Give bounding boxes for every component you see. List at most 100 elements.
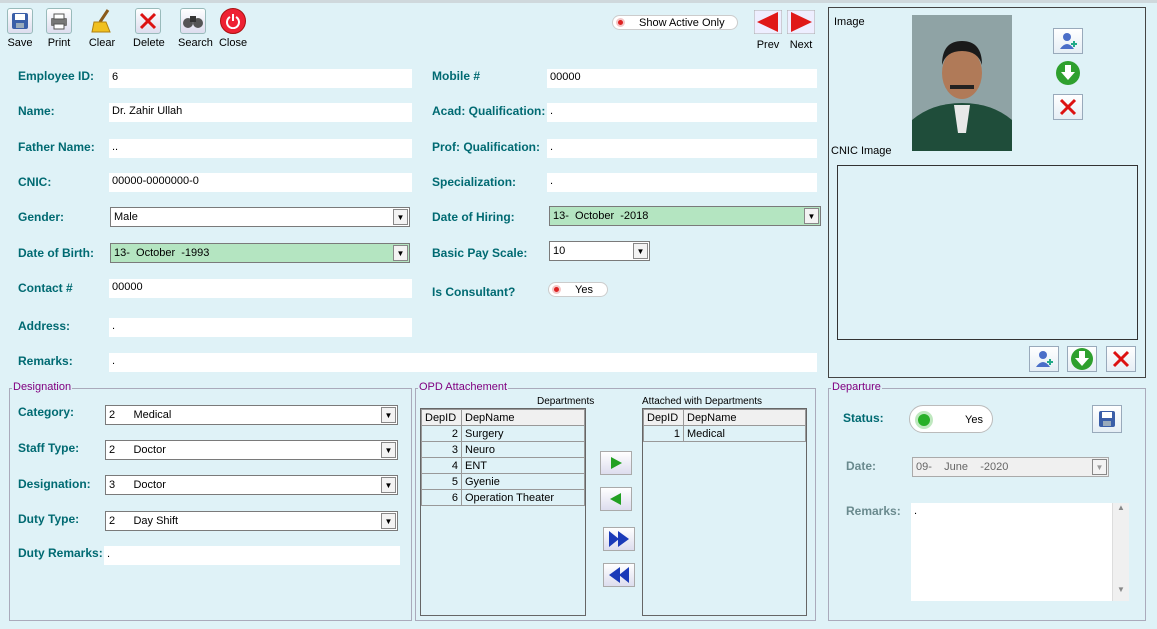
dropdown-arrow-icon[interactable]: ▼ (393, 245, 408, 261)
show-active-only-toggle[interactable]: Show Active Only (612, 15, 738, 30)
departments-grid[interactable]: DepID DepName 2 Surgery 3 Neuro 4 ENT 5 Gyen… (420, 408, 586, 616)
column-header-depname[interactable]: DepName (683, 409, 806, 426)
move-right-button[interactable] (600, 451, 632, 475)
save-label: Save (7, 37, 33, 49)
arrow-left-icon (753, 9, 783, 35)
double-arrow-right-icon (609, 531, 629, 547)
cnic-image-label: CNIC Image (831, 145, 892, 157)
next-label: Next (789, 39, 813, 51)
is-consultant-toggle[interactable]: Yes (548, 282, 608, 297)
dropdown-arrow-icon[interactable]: ▼ (381, 442, 396, 458)
departure-date-label: Date: (846, 459, 877, 473)
table-row[interactable]: 6 Operation Theater (421, 489, 585, 506)
attached-departments-grid[interactable]: DepID DepName 1 Medical (642, 408, 807, 616)
save-button[interactable]: Save (5, 8, 35, 49)
search-button[interactable]: Search (178, 8, 213, 49)
specialization-label: Specialization: (432, 175, 517, 189)
prev-button[interactable]: Prev (753, 9, 783, 52)
dropdown-arrow-icon[interactable]: ▼ (393, 209, 408, 225)
category-select[interactable]: 2 Medical ▼ (105, 405, 398, 425)
dropdown-arrow-icon[interactable]: ▼ (381, 513, 396, 529)
delete-x-icon (1112, 350, 1130, 368)
power-icon (220, 8, 246, 34)
mobile-field[interactable]: 00000 (547, 69, 817, 88)
dob-date-picker[interactable]: 13- October -1993 ▼ (110, 243, 410, 263)
designation-select[interactable]: 3 Doctor ▼ (105, 475, 398, 495)
contact-field[interactable]: 00000 (109, 279, 412, 298)
table-row[interactable]: 3 Neuro (421, 441, 585, 458)
delete-cnic-image-button[interactable] (1106, 346, 1136, 372)
table-row[interactable]: 2 Surgery (421, 425, 585, 442)
mobile-label: Mobile # (432, 69, 481, 83)
departure-remarks-textarea[interactable]: . ▲ ▼ (911, 503, 1129, 601)
scroll-up-icon[interactable]: ▲ (1113, 503, 1129, 519)
printer-icon (46, 8, 72, 34)
remarks-label: Remarks: (18, 354, 73, 368)
dep-id-cell: 3 (421, 441, 462, 458)
column-header-depname[interactable]: DepName (461, 409, 585, 426)
download-image-button[interactable] (1053, 60, 1083, 86)
move-left-button[interactable] (600, 487, 632, 511)
cnic-label: CNIC: (18, 175, 52, 189)
designation-value: 3 Doctor (109, 479, 166, 491)
prev-label: Prev (756, 39, 780, 51)
duty-remarks-field[interactable]: . (104, 546, 400, 565)
table-row[interactable]: 1 Medical (643, 425, 806, 442)
date-of-hiring-picker[interactable]: 13- October -2018 ▼ (549, 206, 821, 226)
prof-qualification-field[interactable]: . (547, 139, 817, 158)
date-of-hiring-label: Date of Hiring: (432, 210, 515, 224)
basic-pay-scale-value: 10 (553, 245, 566, 257)
address-field[interactable]: . (109, 318, 412, 337)
scroll-down-icon[interactable]: ▼ (1113, 585, 1129, 601)
contact-label: Contact # (18, 281, 73, 295)
departure-save-button[interactable] (1092, 405, 1122, 433)
arrow-left-icon (610, 493, 621, 505)
dep-name-cell: ENT (461, 457, 585, 474)
departure-status-toggle[interactable]: Yes (909, 405, 993, 433)
dropdown-arrow-icon[interactable]: ▼ (633, 243, 648, 259)
dropdown-arrow-icon[interactable]: ▼ (804, 208, 819, 224)
table-row[interactable]: 4 ENT (421, 457, 585, 474)
clear-button[interactable]: Clear (87, 8, 117, 49)
staff-type-label: Staff Type: (18, 441, 80, 455)
duty-type-select[interactable]: 2 Day Shift ▼ (105, 511, 398, 531)
add-image-button[interactable] (1053, 28, 1083, 54)
table-row[interactable]: 5 Gyenie (421, 473, 585, 490)
specialization-field[interactable]: . (547, 173, 817, 192)
cnic-field[interactable]: 00000-0000000-0 (109, 173, 412, 192)
dep-id-cell: 6 (421, 489, 462, 506)
departure-date-value: 09- June -2020 (916, 461, 1009, 473)
acad-qualification-label: Acad: Qualification: (432, 104, 546, 118)
dropdown-arrow-icon[interactable]: ▼ (381, 407, 396, 423)
remarks-scrollbar[interactable]: ▲ ▼ (1112, 503, 1129, 601)
show-active-only-label: Show Active Only (639, 17, 725, 29)
move-all-right-button[interactable] (603, 527, 635, 551)
employee-id-field[interactable]: 6 (109, 69, 412, 88)
add-cnic-image-button[interactable] (1029, 346, 1059, 372)
remarks-field[interactable]: . (109, 353, 817, 372)
move-all-left-button[interactable] (603, 563, 635, 587)
column-header-depid[interactable]: DepID (421, 409, 462, 426)
next-button[interactable]: Next (786, 9, 816, 52)
close-button[interactable]: Close (218, 8, 248, 49)
print-button[interactable]: Print (44, 8, 74, 49)
dropdown-arrow-icon[interactable]: ▼ (1092, 459, 1107, 475)
staff-type-select[interactable]: 2 Doctor ▼ (105, 440, 398, 460)
download-arrow-icon (1056, 61, 1080, 85)
column-header-depid[interactable]: DepID (643, 409, 684, 426)
duty-type-label: Duty Type: (18, 512, 80, 526)
father-name-field[interactable]: .. (109, 139, 412, 158)
name-field[interactable]: Dr. Zahir Ullah (109, 103, 412, 122)
toggle-on-indicator (915, 411, 933, 429)
search-label: Search (178, 37, 213, 49)
acad-qualification-field[interactable]: . (547, 103, 817, 122)
dropdown-arrow-icon[interactable]: ▼ (381, 477, 396, 493)
print-label: Print (47, 37, 71, 49)
download-cnic-image-button[interactable] (1067, 346, 1097, 372)
delete-image-button[interactable] (1053, 94, 1083, 120)
gender-select[interactable]: Male ▼ (110, 207, 410, 227)
departure-date-picker[interactable]: 09- June -2020 ▼ (912, 457, 1109, 477)
image-label: Image (834, 16, 865, 28)
delete-button[interactable]: Delete (133, 8, 165, 49)
basic-pay-scale-select[interactable]: 10 ▼ (549, 241, 650, 261)
